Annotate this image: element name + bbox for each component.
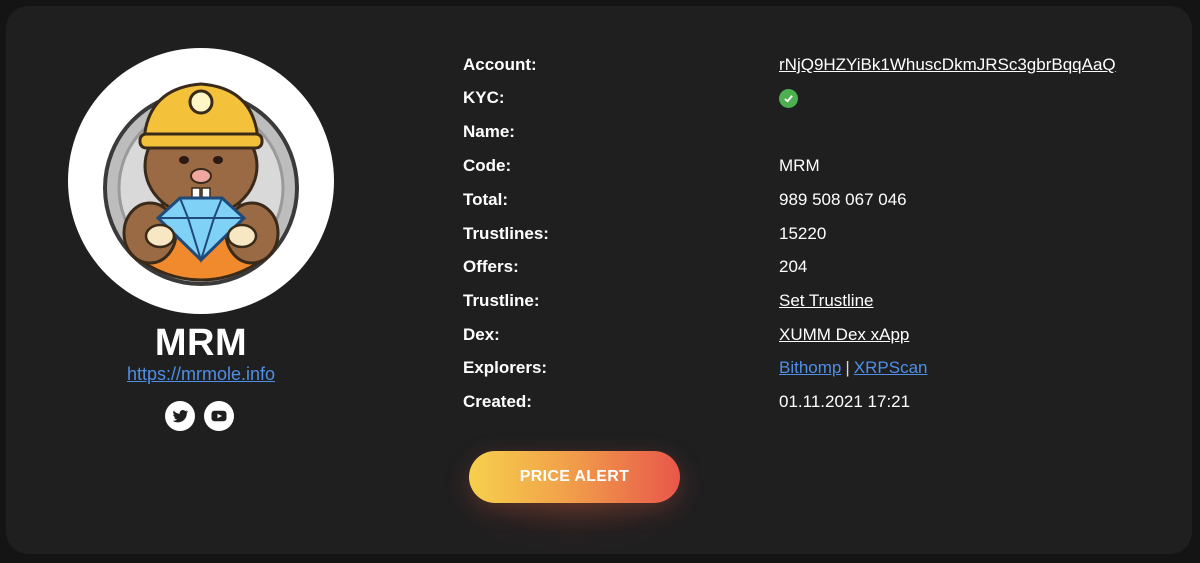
account-link[interactable]: rNjQ9HZYiBk1WhuscDkmJRSc3gbrBqqAaQ <box>779 54 1116 76</box>
code-value: MRM <box>779 156 820 175</box>
trustlines-label: Trustlines: <box>463 224 549 243</box>
created-value: 01.11.2021 17:21 <box>779 392 911 411</box>
youtube-button[interactable] <box>204 401 234 431</box>
price-alert-button[interactable]: PRICE ALERT <box>469 451 680 503</box>
website-link[interactable]: https://mrmole.info <box>80 364 322 385</box>
trustline-label: Trustline: <box>463 291 540 310</box>
offers-label: Offers: <box>463 257 519 276</box>
explorers-label: Explorers: <box>463 358 548 377</box>
token-logo <box>68 48 334 314</box>
xrpscan-link[interactable]: XRPScan <box>854 358 928 377</box>
explorers-value: Bithomp | XRPScan <box>779 357 928 379</box>
name-label: Name: <box>463 122 515 141</box>
bithomp-link[interactable]: Bithomp <box>779 358 841 377</box>
dex-label: Dex: <box>463 325 500 344</box>
twitter-button[interactable] <box>165 401 195 431</box>
token-title: MRM <box>154 322 248 364</box>
social-links <box>165 401 234 431</box>
mole-mascot-image <box>103 82 299 286</box>
trustlines-value: 15220 <box>779 224 827 243</box>
youtube-icon <box>211 410 227 422</box>
created-label: Created: <box>463 392 532 411</box>
account-label: Account: <box>463 55 537 74</box>
code-label: Code: <box>463 156 512 175</box>
kyc-value <box>779 87 798 110</box>
check-icon <box>779 89 798 108</box>
total-value: 989 508 067 046 <box>779 190 907 209</box>
total-label: Total: <box>463 190 509 209</box>
dex-link[interactable]: XUMM Dex xApp <box>779 324 909 346</box>
set-trustline-link[interactable]: Set Trustline <box>779 290 874 312</box>
explorer-separator: | <box>845 358 850 377</box>
twitter-icon <box>172 409 189 423</box>
offers-value: 204 <box>779 257 808 276</box>
kyc-label: KYC: <box>463 88 505 107</box>
